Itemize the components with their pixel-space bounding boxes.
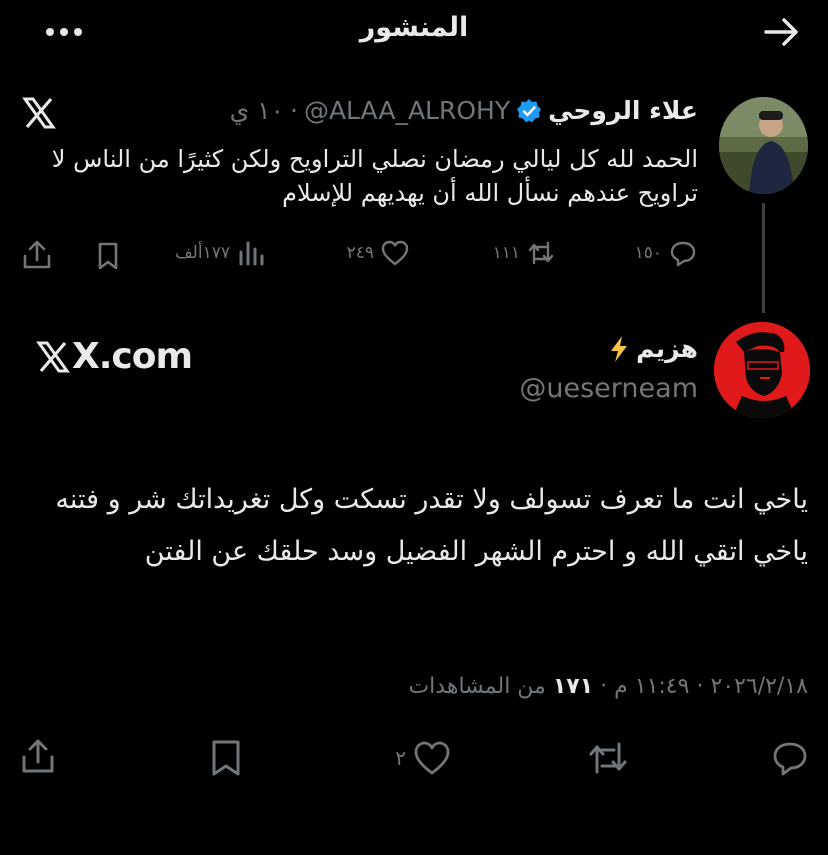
tweet-text: الحمد لله كل ليالي رمضان نصلي التراويح و… (51, 145, 698, 207)
views-chart-icon (239, 241, 264, 266)
bookmark-icon (212, 740, 240, 776)
avatar-parent[interactable] (719, 97, 808, 194)
reply-button[interactable] (770, 738, 810, 778)
views-button[interactable]: ١٧٧ألف (175, 238, 266, 268)
reply-icon (670, 241, 696, 267)
retweet-count: ١١١ (492, 243, 520, 263)
verified-badge-icon (517, 98, 542, 122)
views-label: من المشاهدات (408, 674, 546, 699)
parent-author-row: علاء الروحي @ALAA_ALROHY · ١٠ ي (230, 96, 698, 125)
share-button[interactable] (20, 238, 54, 272)
tweet-meta: ٢٠٢٦/٢/١٨ · ١١:٤٩ م · ١٧١ من المشاهدات (408, 674, 808, 699)
bookmark-button[interactable] (92, 240, 124, 272)
share-icon (23, 240, 51, 269)
share-button[interactable] (18, 736, 58, 776)
author-name[interactable]: علاء الروحي (548, 96, 698, 125)
meta-separator: · (696, 674, 704, 699)
like-button[interactable]: ٢٤٩ (347, 238, 410, 268)
back-button[interactable] (762, 14, 802, 50)
views-count: ١٧٧ألف (175, 243, 230, 263)
tweet-line: ياخي اتقي الله و احترم الشهر الفضيل وسد … (144, 536, 808, 567)
watermark-text: X.com (72, 336, 193, 377)
retweet-icon (528, 241, 554, 265)
reply-count: ١٥٠ (634, 243, 662, 263)
xcom-watermark: X.com (36, 336, 193, 377)
meta-separator: · (289, 96, 298, 125)
bookmark-button[interactable] (208, 738, 244, 778)
tweet-date: ٢٠٢٦/٢/١٨ (710, 674, 808, 699)
like-button[interactable]: ٢ (395, 738, 452, 778)
views-count: ١٧١ (552, 674, 594, 699)
heart-icon (381, 240, 409, 266)
reply-button[interactable]: ١٥٠ (635, 238, 698, 268)
arrow-right-icon (764, 18, 798, 46)
x-logo-icon (36, 341, 70, 372)
avatar-main[interactable] (714, 322, 810, 418)
author-handle[interactable]: @ueserneam (519, 373, 698, 404)
avatar-photo (719, 97, 808, 194)
lightning-bolt-icon (611, 335, 628, 362)
main-author-row: هزيم (608, 334, 698, 363)
bookmark-icon (98, 242, 118, 270)
page-title: المنشور (359, 12, 469, 43)
like-count: ٢٤٩ (346, 243, 374, 263)
x-logo-icon (22, 96, 56, 130)
like-count: ٢ (395, 746, 406, 770)
reply-icon (773, 742, 807, 776)
tweet-line: ياخي انت ما تعرف تسولف ولا تقدر تسكت وكل… (55, 484, 808, 515)
tweet-time: ١٠ ي (229, 96, 284, 125)
more-options-button[interactable] (42, 14, 90, 50)
author-name[interactable]: هزيم (636, 334, 698, 363)
retweet-button[interactable] (586, 738, 630, 778)
thread-line (762, 203, 765, 313)
more-horizontal-icon (46, 28, 82, 36)
tweet-text: ياخي انت ما تعرف تسولف ولا تقدر تسكت وكل… (18, 474, 808, 578)
heart-icon (414, 741, 450, 775)
meta-separator: · (600, 674, 608, 699)
retweet-button[interactable]: ١١١ (493, 238, 556, 268)
author-handle[interactable]: @ALAA_ALROHY (304, 96, 510, 125)
avatar-graphic (714, 322, 810, 418)
share-icon (22, 739, 54, 773)
tweet-time: ١١:٤٩ م (614, 674, 690, 699)
retweet-icon (589, 742, 627, 774)
